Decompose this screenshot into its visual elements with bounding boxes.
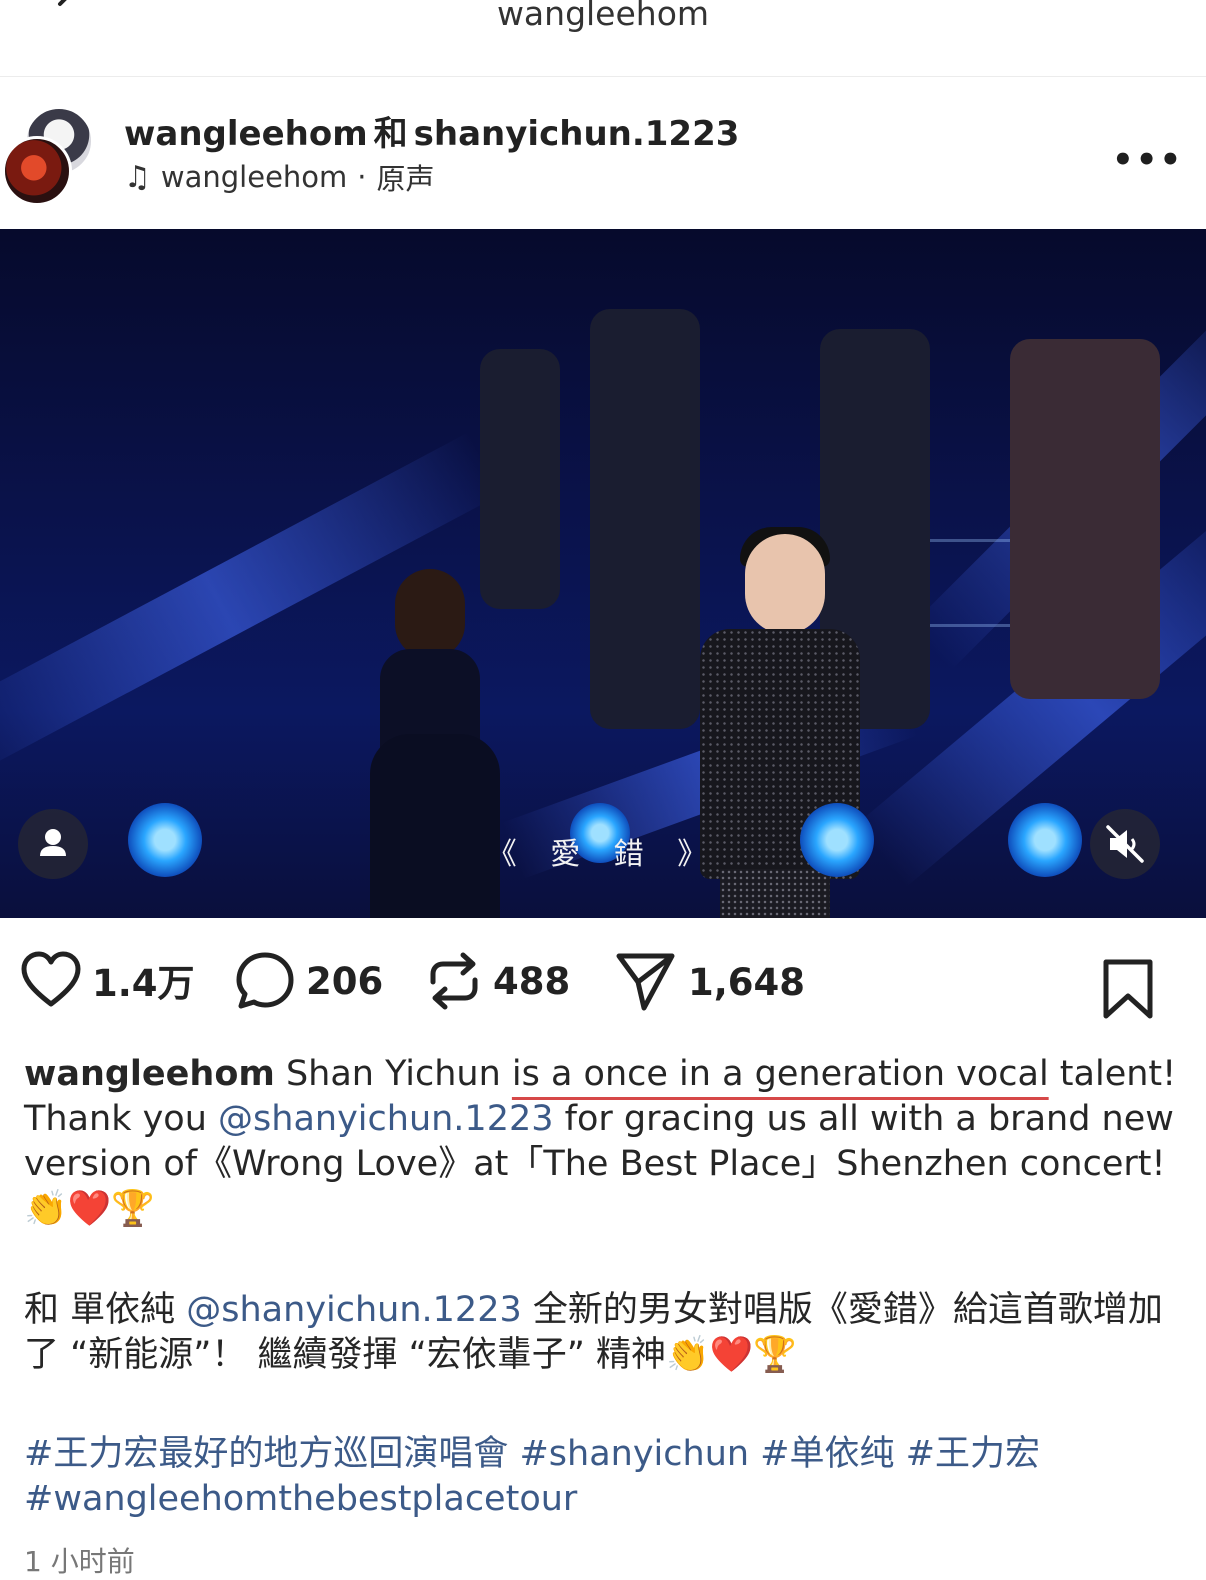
heart-icon <box>21 951 81 1007</box>
audio-separator: · <box>357 160 367 194</box>
caption-zh-mention[interactable]: @shanyichun.1223 <box>186 1290 521 1330</box>
page-title: wangleehom <box>496 0 710 33</box>
caption-text: Shan Yichun <box>274 1054 512 1094</box>
caption-zh-text: 和 單依純 <box>24 1290 187 1330</box>
send-icon <box>616 953 675 1011</box>
author-conjunction: 和 <box>373 114 408 154</box>
caption-emojis: 👏❤️🏆 <box>24 1189 155 1229</box>
share-count: 1,648 <box>688 960 806 1004</box>
like-action[interactable]: 1.4万 <box>20 950 195 1010</box>
hashtags[interactable]: #王力宏最好的地方巡回演唱會 #shanyichun #单依纯 #王力宏 #wa… <box>24 1432 1184 1522</box>
post-header: wangleehom 和 shanyichun.1223 ♫ wangleehom … <box>0 96 1206 206</box>
user-icon <box>40 829 66 856</box>
music-note-icon: ♫ <box>124 159 151 195</box>
singer-man-head <box>745 534 825 634</box>
mute-button[interactable] <box>1090 809 1160 879</box>
speaker-muted-icon <box>1106 825 1144 863</box>
author-avatar[interactable] <box>2 136 72 206</box>
post-caption-en: wangleehom Shan Yichun is a once in a ge… <box>24 1052 1184 1232</box>
song-caption: 《 愛 錯 》 <box>486 837 720 872</box>
comment-count: 206 <box>306 959 384 1003</box>
comment-icon <box>236 952 294 1009</box>
share-action[interactable]: 1,648 <box>614 950 805 1014</box>
comment-action[interactable]: 206 <box>234 950 383 1012</box>
singer-woman-head <box>395 569 465 659</box>
author-username[interactable]: wangleehom <box>124 114 368 154</box>
bookmark-icon[interactable] <box>1100 958 1156 1020</box>
audio-label: 原声 <box>376 162 435 196</box>
post-video[interactable]: 《 愛 錯 》 <box>0 229 1206 918</box>
caption-underlined-text: is a once in a generation vocal <box>511 1054 1049 1094</box>
singer-man-legs <box>720 869 830 918</box>
post-caption-zh: 和 單依純 @shanyichun.1223 全新的男女對唱版《愛錯》給這首歌增… <box>24 1288 1184 1378</box>
repost-icon <box>430 952 478 1010</box>
post-authors: wangleehom 和 shanyichun.1223 <box>124 106 739 155</box>
audio-attribution[interactable]: ♫ wangleehom · 原声 <box>124 156 435 198</box>
band-member <box>1010 339 1160 699</box>
avatar-stack[interactable] <box>2 106 94 206</box>
like-count: 1.4万 <box>92 962 195 1005</box>
top-bar: wangleehom <box>0 0 1206 77</box>
post-actions: 1.4万 206 488 1,648 <box>0 950 1206 1030</box>
more-options-icon[interactable]: ••• <box>1112 140 1183 180</box>
band-member <box>590 309 700 729</box>
singer-woman-dress <box>370 734 500 918</box>
caption-username[interactable]: wangleehom <box>24 1054 275 1094</box>
post-timestamp: 1 小时前 <box>24 1545 135 1578</box>
band-member <box>480 349 560 609</box>
caption-zh-emojis: 👏❤️🏆 <box>666 1335 797 1375</box>
caption-mention[interactable]: @shanyichun.1223 <box>218 1099 553 1139</box>
collaborator-username[interactable]: shanyichun.1223 <box>414 114 740 154</box>
audio-owner: wangleehom <box>160 160 348 194</box>
tagged-users-button[interactable] <box>18 809 88 879</box>
repost-count: 488 <box>493 959 571 1003</box>
repost-action[interactable]: 488 <box>425 950 570 1012</box>
